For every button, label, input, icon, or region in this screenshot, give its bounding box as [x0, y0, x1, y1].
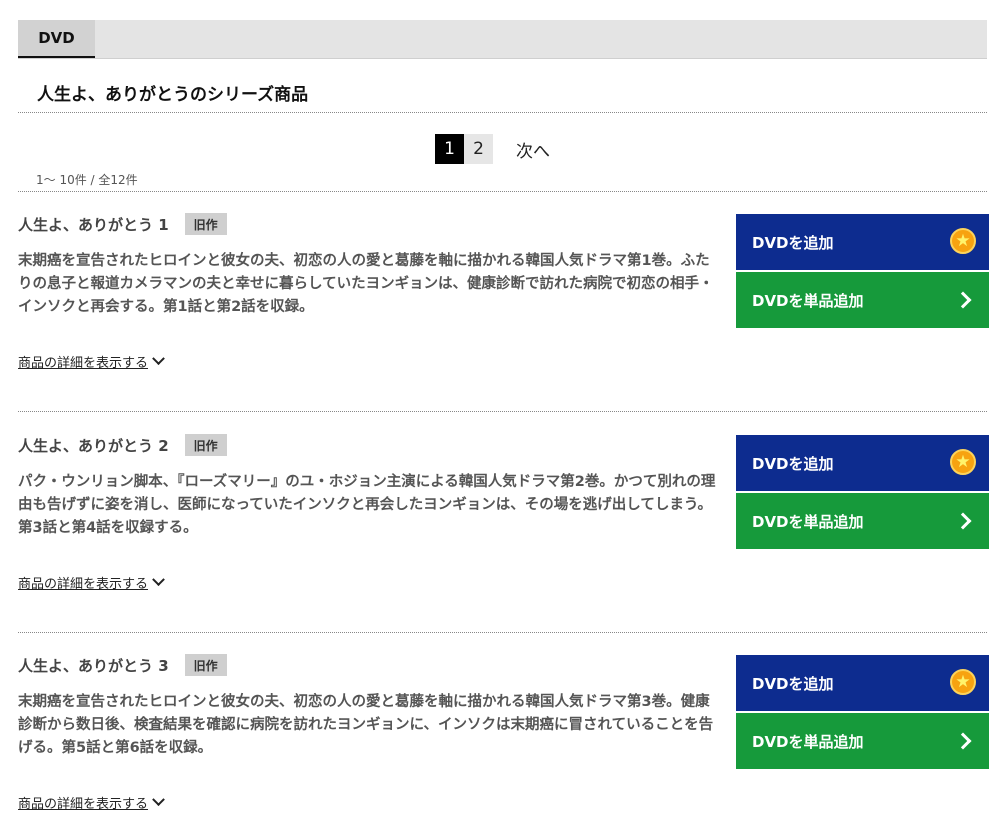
result-range: 1～ 10件 / 全12件 [36, 173, 138, 187]
product-description: パク・ウンリョン脚本、『ローズマリー』のユ・ホジョン主演による韓国人気ドラマ第2… [18, 474, 716, 536]
add-dvd-label: DVDを追加 [752, 454, 834, 473]
divider [18, 191, 987, 192]
chevron-right-icon [954, 732, 972, 750]
divider [18, 112, 987, 113]
tab-dvd[interactable]: DVD [18, 20, 95, 58]
show-details-toggle[interactable]: 商品の詳細を表示する [18, 793, 165, 812]
status-badge: 旧作 [184, 654, 227, 676]
show-details-label: 商品の詳細を表示する [18, 356, 149, 371]
series-title: 人生よ、ありがとうのシリーズ商品 [37, 85, 309, 105]
tab-bar: DVD [18, 20, 987, 59]
add-single-dvd-label: DVDを単品追加 [752, 291, 864, 310]
add-single-dvd-button[interactable]: DVDを単品追加 [736, 272, 989, 328]
page-1-current: 1 [435, 134, 464, 164]
add-single-dvd-button[interactable]: DVDを単品追加 [736, 713, 989, 769]
add-single-dvd-button[interactable]: DVDを単品追加 [736, 493, 989, 549]
add-dvd-button[interactable]: DVDを追加 ★ [736, 655, 989, 711]
chevron-down-icon [152, 352, 165, 366]
add-single-dvd-label: DVDを単品追加 [752, 512, 864, 531]
pagination: 1 2 次へ [435, 134, 550, 164]
product-description: 末期癌を宣告されたヒロインと彼女の夫、初恋の人の愛と葛藤を軸に描かれる韓国人気ド… [18, 694, 714, 756]
chevron-right-icon [954, 291, 972, 309]
chevron-right-icon [954, 512, 972, 530]
star-icon: ★ [950, 669, 976, 695]
product-description: 末期癌を宣告されたヒロインと彼女の夫、初恋の人の愛と葛藤を軸に描かれる韓国人気ド… [18, 253, 714, 315]
status-badge: 旧作 [184, 213, 227, 235]
product-title[interactable]: 人生よ、ありがとう 2 [18, 435, 169, 456]
status-badge: 旧作 [184, 434, 227, 456]
star-icon: ★ [950, 449, 976, 475]
show-details-toggle[interactable]: 商品の詳細を表示する [18, 352, 165, 371]
add-single-dvd-label: DVDを単品追加 [752, 732, 864, 751]
page-2-link[interactable]: 2 [464, 134, 493, 164]
add-dvd-button[interactable]: DVDを追加 ★ [736, 214, 989, 270]
product-title[interactable]: 人生よ、ありがとう 1 [18, 214, 169, 235]
product-title[interactable]: 人生よ、ありがとう 3 [18, 655, 169, 676]
divider [18, 632, 987, 633]
divider [18, 411, 987, 412]
chevron-down-icon [152, 573, 165, 587]
show-details-toggle[interactable]: 商品の詳細を表示する [18, 573, 165, 592]
show-details-label: 商品の詳細を表示する [18, 797, 149, 812]
show-details-label: 商品の詳細を表示する [18, 577, 149, 592]
star-icon: ★ [950, 228, 976, 254]
add-dvd-label: DVDを追加 [752, 233, 834, 252]
add-dvd-label: DVDを追加 [752, 674, 834, 693]
next-page-link[interactable]: 次へ [516, 137, 550, 162]
add-dvd-button[interactable]: DVDを追加 ★ [736, 435, 989, 491]
chevron-down-icon [152, 793, 165, 807]
